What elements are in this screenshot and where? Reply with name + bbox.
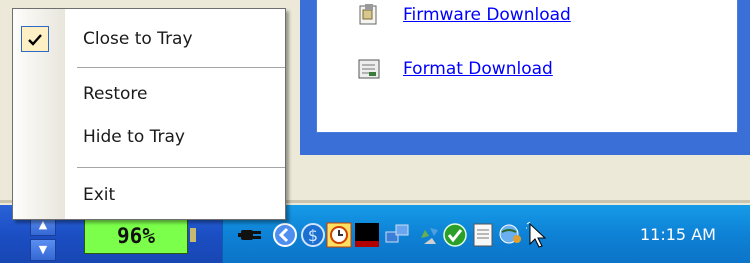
cursor-icon — [526, 222, 547, 248]
power-plug-icon[interactable] — [238, 222, 264, 248]
firmware-icon — [359, 4, 377, 25]
recycle-icon[interactable] — [416, 222, 442, 248]
clock[interactable]: 11:15 AM — [640, 222, 716, 248]
tray-context-menu: Close to Tray Restore Hide to Tray Exit — [12, 8, 286, 220]
shield-check-icon[interactable] — [442, 222, 468, 248]
menu-item-label: Hide to Tray — [83, 127, 185, 147]
battery-meter[interactable]: 96% — [84, 218, 188, 254]
app-window: Firmware Download Format Download — [300, 0, 750, 155]
globe-search-icon[interactable] — [498, 222, 524, 248]
format-icon — [358, 59, 380, 79]
menu-item-label: Close to Tray — [83, 29, 193, 49]
download-panel: Firmware Download Format Download — [316, 0, 738, 133]
checkmark-icon — [28, 34, 42, 46]
format-download-row[interactable]: Format Download — [357, 58, 553, 80]
menu-item-label: Exit — [83, 185, 116, 205]
collapse-arrow-icon[interactable] — [272, 222, 298, 248]
menu-separator — [77, 167, 285, 168]
firmware-download-link[interactable]: Firmware Download — [403, 5, 571, 25]
menu-item-hide-to-tray[interactable]: Hide to Tray — [13, 117, 285, 157]
notepad-icon[interactable] — [470, 222, 496, 248]
firmware-download-row[interactable]: Firmware Download — [357, 4, 571, 26]
scroll-down-icon[interactable]: ▼ — [30, 239, 56, 261]
battery-tip — [190, 228, 196, 242]
clock-app-icon[interactable] — [326, 222, 352, 248]
monitor-app-icon[interactable] — [354, 222, 380, 248]
taskbar-scroll[interactable]: ▲ ▼ — [30, 214, 56, 261]
svg-text:$: $ — [308, 226, 318, 245]
currency-icon[interactable]: $ — [300, 222, 326, 248]
menu-item-exit[interactable]: Exit — [13, 175, 285, 215]
menu-separator — [77, 67, 285, 68]
checkmark-box — [21, 26, 49, 52]
menu-item-restore[interactable]: Restore — [13, 74, 285, 114]
menu-item-label: Restore — [83, 84, 148, 104]
format-download-link[interactable]: Format Download — [403, 59, 553, 79]
menu-item-close-to-tray[interactable]: Close to Tray — [13, 19, 285, 59]
network-icon[interactable] — [384, 222, 410, 248]
